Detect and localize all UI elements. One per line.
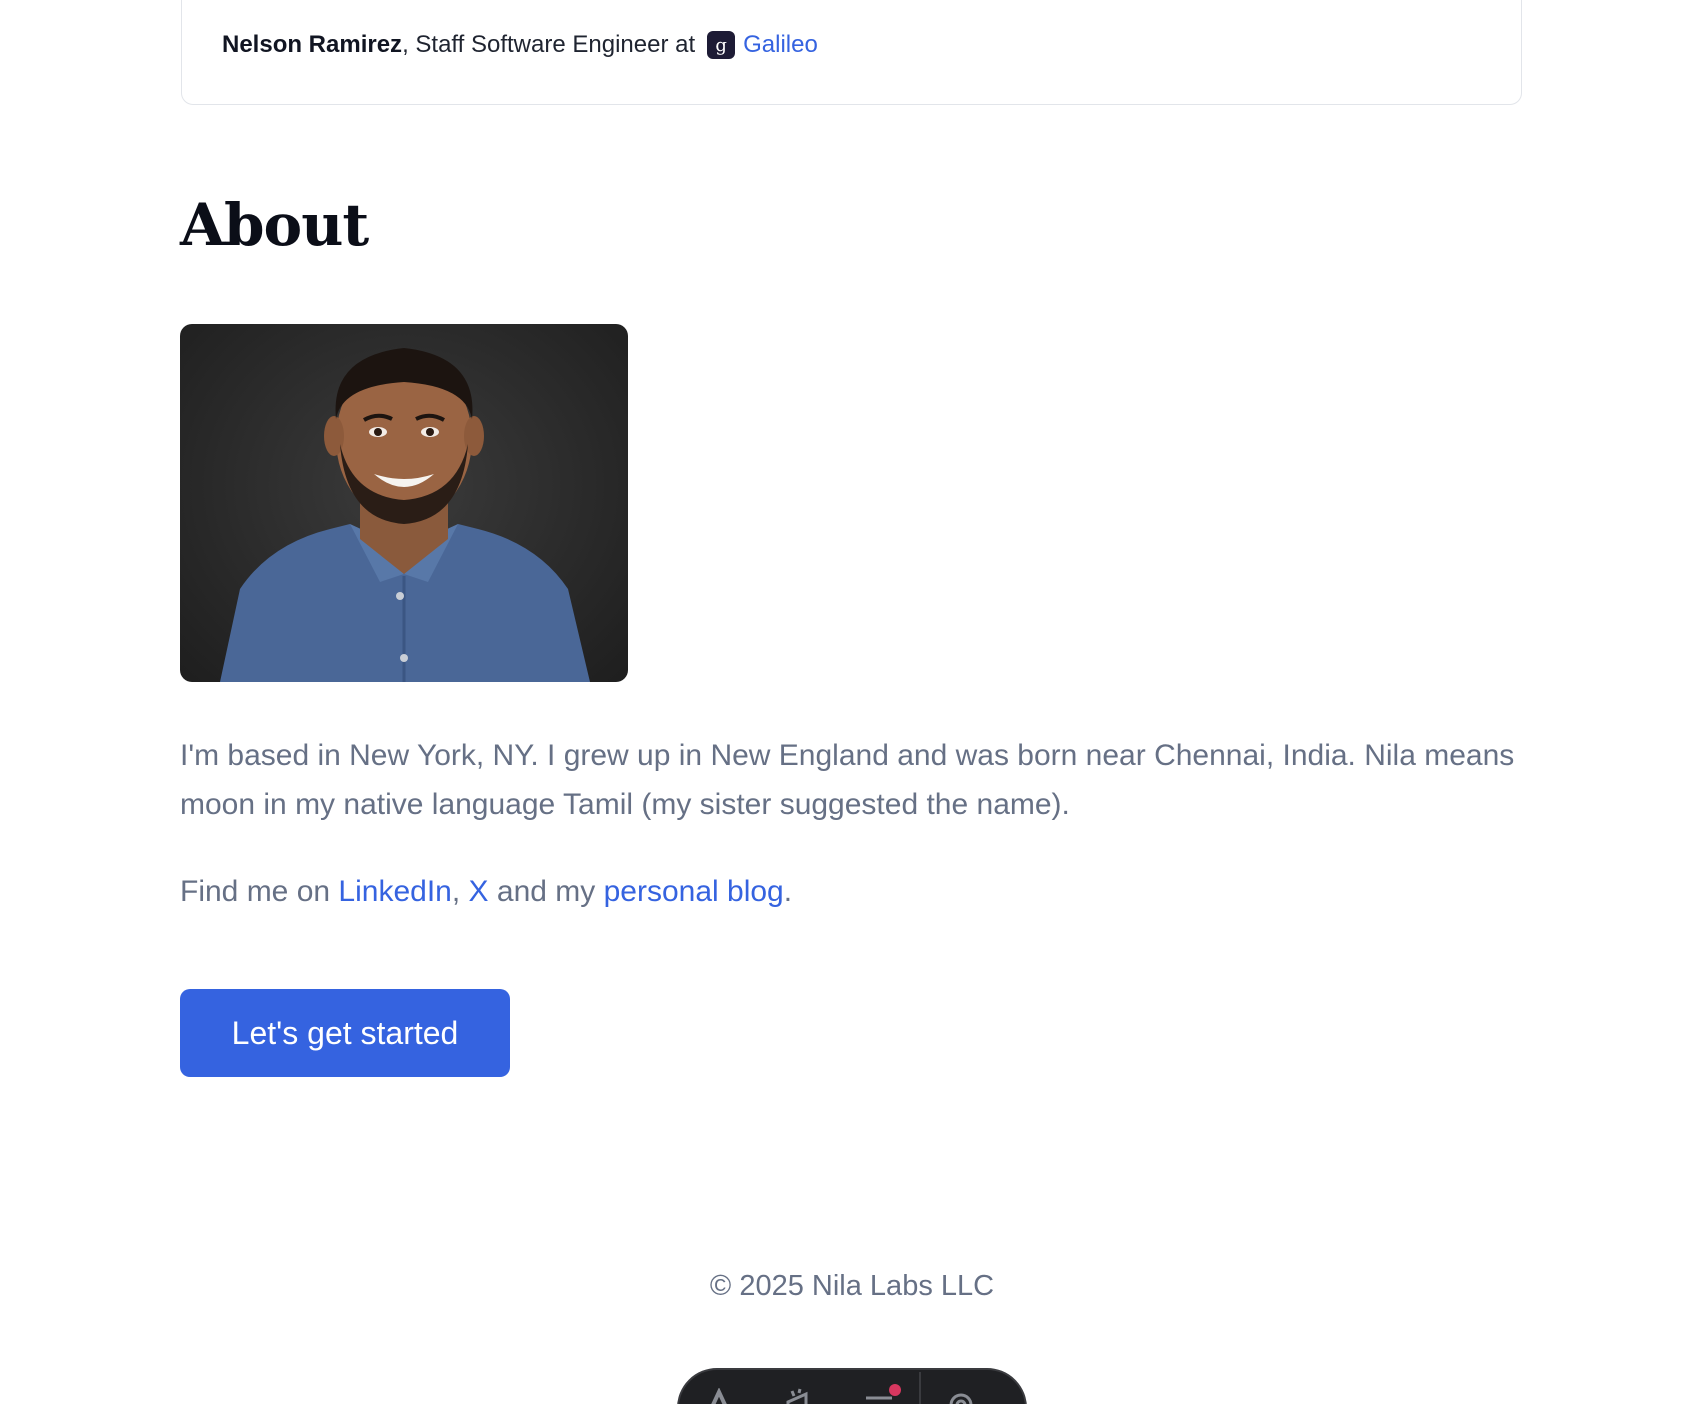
page: Nelson Ramirez , Staff Software Engineer… (0, 0, 1704, 1404)
text-icon[interactable] (679, 1388, 759, 1404)
about-heading: About (180, 191, 369, 259)
x-link[interactable]: X (469, 875, 489, 908)
megaphone-icon[interactable] (759, 1388, 839, 1404)
notification-dot (889, 1384, 901, 1396)
author-name: Nelson Ramirez (222, 31, 403, 58)
get-started-button[interactable]: Let's get started (180, 989, 510, 1077)
profile-photo (180, 324, 628, 682)
footer-copyright: © 2025 Nila Labs LLC (709, 1270, 995, 1302)
testimonial-attribution: Nelson Ramirez , Staff Software Engineer… (222, 31, 818, 59)
company-link[interactable]: Galileo (743, 31, 818, 59)
testimonial-card: Nelson Ramirez , Staff Software Engineer… (181, 0, 1522, 105)
comma-separator: , (451, 875, 469, 908)
author-role: , Staff Software Engineer at (402, 31, 696, 58)
linkedin-link[interactable]: LinkedIn (338, 875, 451, 908)
bio-paragraph: I'm based in New York, NY. I grew up in … (180, 739, 1515, 821)
floating-toolbar (677, 1368, 1027, 1404)
period: . (783, 875, 793, 908)
personal-blog-link[interactable]: personal blog (604, 875, 784, 908)
social-links-line: Find me on LinkedIn, X and my personal b… (180, 867, 792, 916)
galileo-logo-icon: g (707, 31, 736, 59)
links-prefix: Find me on (180, 875, 339, 908)
menu-notification-icon[interactable] (839, 1384, 919, 1404)
and-my-text: and my (488, 875, 604, 908)
gear-icon[interactable] (921, 1388, 1001, 1404)
